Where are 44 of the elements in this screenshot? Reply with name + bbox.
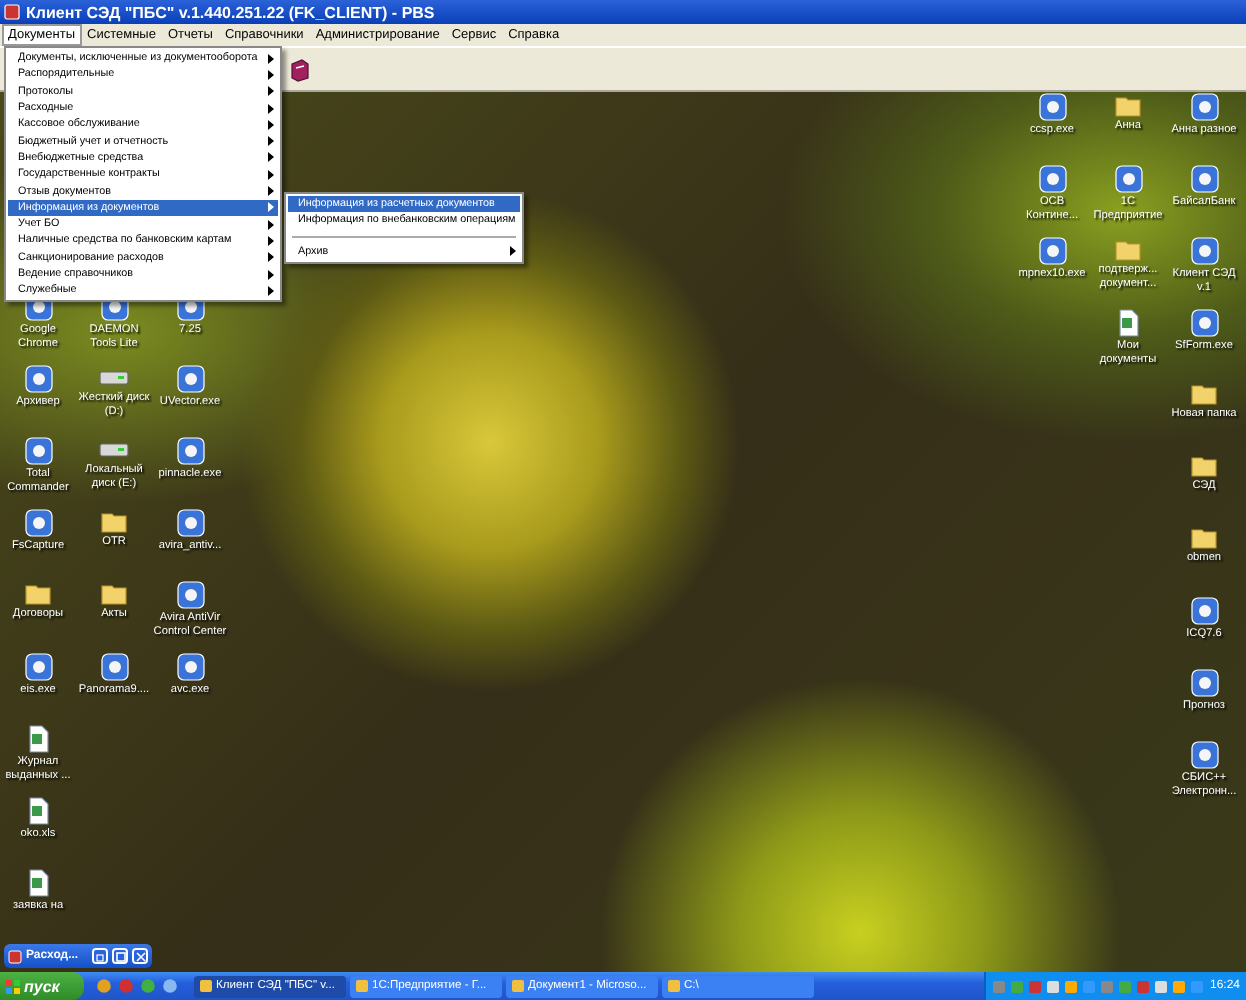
folder-icon [1190,524,1218,550]
document-icon [1115,308,1141,338]
window-icon [668,980,680,992]
window-icon [512,980,524,992]
app-icon [4,4,20,20]
program-icon [99,652,129,682]
document-icon [25,724,51,754]
program-icon [1189,236,1219,266]
program-icon [175,652,205,682]
program-icon [1037,164,1067,194]
folder-icon [24,580,52,606]
program-icon [23,364,53,394]
program-icon [1037,236,1067,266]
app-icon [8,949,22,963]
maximize-button[interactable] [112,948,128,964]
start-button[interactable]: пуск [0,972,84,1000]
folder-icon [1114,236,1142,262]
folder-icon [1190,452,1218,478]
submenu-arrow-icon [509,246,516,257]
program-icon [1113,164,1143,194]
program-icon [1189,740,1219,770]
restore-button[interactable] [92,948,108,964]
program-icon [1189,668,1219,698]
book-icon[interactable] [288,57,312,81]
program-icon [23,436,53,466]
window-title: Клиент СЭД "ПБС" v.1.440.251.22 (FK_CLIENT) - PBS [26,3,435,21]
folder-icon [1190,380,1218,406]
document-icon [25,796,51,826]
program-icon [1189,308,1219,338]
program-icon [23,652,53,682]
folder-icon [100,508,128,534]
program-icon [175,580,205,610]
program-icon [175,508,205,538]
window-icon [200,980,212,992]
folder-icon [100,580,128,606]
program-icon [1189,596,1219,626]
program-icon [175,436,205,466]
document-icon [25,868,51,898]
window-icon [356,980,368,992]
windows-logo-icon [6,979,20,993]
program-icon [1189,164,1219,194]
program-icon [23,508,53,538]
program-icon [175,364,205,394]
close-button[interactable] [132,948,148,964]
